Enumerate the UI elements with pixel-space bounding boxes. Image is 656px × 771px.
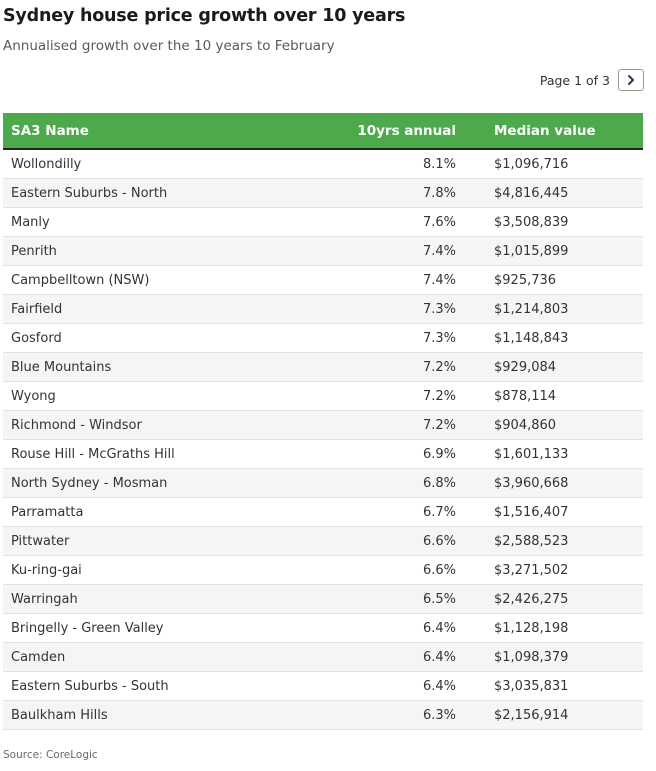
cell-median-value: $3,035,831	[464, 671, 643, 701]
cell-growth: 7.2%	[319, 381, 464, 411]
cell-sa3-name: Bringelly - Green Valley	[3, 613, 319, 643]
cell-sa3-name: Warringah	[3, 584, 319, 614]
cell-median-value: $878,114	[464, 381, 643, 411]
cell-growth: 6.4%	[319, 642, 464, 672]
cell-median-value: $1,096,716	[464, 149, 643, 179]
table-row: Fairfield 7.3% $1,214,803	[3, 294, 643, 324]
cell-growth: 6.6%	[319, 526, 464, 556]
cell-median-value: $3,271,502	[464, 555, 643, 585]
source-note: Source: CoreLogic	[3, 749, 98, 761]
cell-median-value: $2,156,914	[464, 700, 643, 730]
cell-sa3-name: Eastern Suburbs - North	[3, 178, 319, 208]
cell-median-value: $3,960,668	[464, 468, 643, 498]
cell-sa3-name: Eastern Suburbs - South	[3, 671, 319, 701]
cell-growth: 6.9%	[319, 439, 464, 469]
cell-sa3-name: North Sydney - Mosman	[3, 468, 319, 498]
table-row: Camden 6.4% $1,098,379	[3, 642, 643, 672]
page-indicator: Page 1 of 3	[539, 72, 610, 88]
table-row: Parramatta 6.7% $1,516,407	[3, 497, 643, 527]
cell-growth: 6.4%	[319, 671, 464, 701]
cell-sa3-name: Parramatta	[3, 497, 319, 527]
cell-growth: 7.4%	[319, 265, 464, 295]
table-row: Eastern Suburbs - North 7.8% $4,816,445	[3, 178, 643, 208]
table-body: Wollondilly 8.1% $1,096,716 Eastern Suburbs…	[3, 149, 643, 730]
cell-growth: 6.7%	[319, 497, 464, 527]
table-row: Eastern Suburbs - South 6.4% $3,035,831	[3, 671, 643, 701]
cell-sa3-name: Penrith	[3, 236, 319, 266]
cell-sa3-name: Baulkham Hills	[3, 700, 319, 730]
table-row: Baulkham Hills 6.3% $2,156,914	[3, 700, 643, 730]
table-row: Wollondilly 8.1% $1,096,716	[3, 149, 643, 179]
header-row: SA3 Name 10yrs annual Median value	[3, 113, 643, 150]
cell-growth: 6.3%	[319, 700, 464, 730]
cell-sa3-name: Wyong	[3, 381, 319, 411]
table-row: Manly 7.6% $3,508,839	[3, 207, 643, 237]
cell-median-value: $4,816,445	[464, 178, 643, 208]
cell-sa3-name: Rouse Hill - McGraths Hill	[3, 439, 319, 469]
cell-growth: 7.4%	[319, 236, 464, 266]
cell-sa3-name: Blue Mountains	[3, 352, 319, 382]
cell-sa3-name: Richmond - Windsor	[3, 410, 319, 440]
cell-median-value: $1,128,198	[464, 613, 643, 643]
column-header-growth[interactable]: 10yrs annual	[319, 113, 464, 150]
table-row: Blue Mountains 7.2% $929,084	[3, 352, 643, 382]
cell-growth: 6.6%	[319, 555, 464, 585]
column-header-sa3-name[interactable]: SA3 Name	[3, 113, 319, 150]
table-row: North Sydney - Mosman 6.8% $3,960,668	[3, 468, 643, 498]
table-row: Campbelltown (NSW) 7.4% $925,736	[3, 265, 643, 295]
cell-growth: 7.2%	[319, 352, 464, 382]
table-row: Ku-ring-gai 6.6% $3,271,502	[3, 555, 643, 585]
table-row: Penrith 7.4% $1,015,899	[3, 236, 643, 266]
cell-sa3-name: Ku-ring-gai	[3, 555, 319, 585]
table-row: Bringelly - Green Valley 6.4% $1,128,198	[3, 613, 643, 643]
table-row: Richmond - Windsor 7.2% $904,860	[3, 410, 643, 440]
next-page-button[interactable]	[618, 69, 644, 91]
cell-growth: 7.2%	[319, 410, 464, 440]
cell-growth: 7.8%	[319, 178, 464, 208]
cell-sa3-name: Wollondilly	[3, 149, 319, 179]
cell-median-value: $1,214,803	[464, 294, 643, 324]
pagination: Page 1 of 3	[540, 69, 644, 91]
chevron-right-icon	[628, 75, 634, 85]
cell-growth: 8.1%	[319, 149, 464, 179]
chart-subtitle: Annualised growth over the 10 years to F…	[3, 38, 335, 54]
data-table: SA3 Name 10yrs annual Median value Wollo…	[3, 113, 643, 730]
chart-title: Sydney house price growth over 10 years	[3, 6, 406, 26]
cell-median-value: $1,015,899	[464, 236, 643, 266]
column-header-median-value[interactable]: Median value	[464, 113, 643, 150]
cell-growth: 7.6%	[319, 207, 464, 237]
cell-sa3-name: Fairfield	[3, 294, 319, 324]
cell-growth: 6.4%	[319, 613, 464, 643]
cell-median-value: $929,084	[464, 352, 643, 382]
table-row: Gosford 7.3% $1,148,843	[3, 323, 643, 353]
cell-sa3-name: Camden	[3, 642, 319, 672]
table-row: Wyong 7.2% $878,114	[3, 381, 643, 411]
cell-median-value: $2,588,523	[464, 526, 643, 556]
cell-sa3-name: Manly	[3, 207, 319, 237]
cell-growth: 7.3%	[319, 323, 464, 353]
cell-median-value: $904,860	[464, 410, 643, 440]
cell-median-value: $3,508,839	[464, 207, 643, 237]
cell-median-value: $1,098,379	[464, 642, 643, 672]
cell-median-value: $1,516,407	[464, 497, 643, 527]
cell-sa3-name: Pittwater	[3, 526, 319, 556]
cell-median-value: $1,601,133	[464, 439, 643, 469]
cell-median-value: $2,426,275	[464, 584, 643, 614]
table-row: Warringah 6.5% $2,426,275	[3, 584, 643, 614]
cell-sa3-name: Gosford	[3, 323, 319, 353]
chart-container: Sydney house price growth over 10 years …	[0, 0, 656, 771]
cell-median-value: $1,148,843	[464, 323, 643, 353]
table-row: Pittwater 6.6% $2,588,523	[3, 526, 643, 556]
cell-growth: 7.3%	[319, 294, 464, 324]
table-row: Rouse Hill - McGraths Hill 6.9% $1,601,133	[3, 439, 643, 469]
cell-median-value: $925,736	[464, 265, 643, 295]
cell-growth: 6.8%	[319, 468, 464, 498]
cell-sa3-name: Campbelltown (NSW)	[3, 265, 319, 295]
cell-growth: 6.5%	[319, 584, 464, 614]
